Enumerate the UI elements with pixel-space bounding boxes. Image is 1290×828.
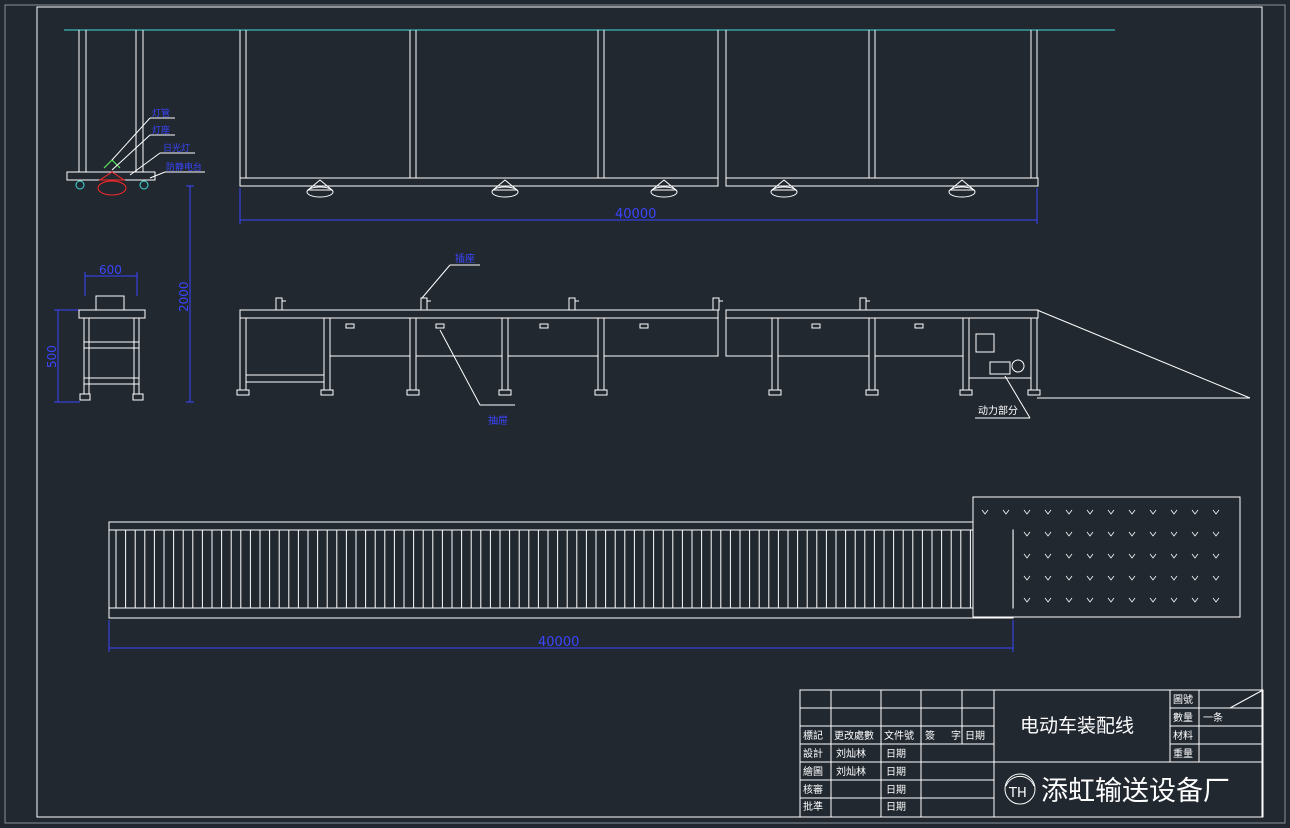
label-fluorescent: 日光灯 <box>163 142 190 154</box>
side-view <box>64 29 1115 196</box>
lamp-3 <box>650 179 678 198</box>
dim-length-plan: 40000 <box>538 635 579 650</box>
tb-date-1: 日期 <box>886 748 906 760</box>
tb-check-label: 核審 <box>803 783 823 796</box>
lamp-4 <box>770 179 798 198</box>
dim-height-2000: 2000 <box>177 281 191 312</box>
label-socket: 插座 <box>455 252 475 265</box>
lamp-5 <box>948 179 976 198</box>
tb-header-sign: 簽 <box>925 729 935 742</box>
label-tube: 灯管 <box>152 107 170 119</box>
socket-1 <box>275 297 286 311</box>
lamp-2 <box>491 179 519 198</box>
outer-frame <box>4 4 1286 824</box>
company-logo: TH <box>1004 773 1036 805</box>
front-elevation <box>236 264 1251 419</box>
label-drawer: 抽屉 <box>488 414 508 427</box>
side-table <box>54 185 194 403</box>
tb-quantity-label: 數量 <box>1173 711 1193 724</box>
tb-weight-label: 重量 <box>1173 747 1193 760</box>
tb-approve-label: 批準 <box>803 800 823 813</box>
tb-header-date: 日期 <box>965 730 985 742</box>
cad-drawing: 灯管 灯座 日光灯 防静电台 600 500 2000 40000 插座 抽屉 … <box>4 4 1286 824</box>
tb-quantity-value: 一条 <box>1203 711 1223 724</box>
socket-5 <box>859 297 870 311</box>
plan-view <box>108 521 1014 652</box>
label-antistatic: 防静电台 <box>166 161 202 173</box>
tb-date-4: 日期 <box>886 801 906 813</box>
control-box <box>975 333 995 353</box>
label-lamp-holder: 灯座 <box>152 124 170 136</box>
logo-text: TH <box>1008 786 1027 801</box>
tb-design-name: 刘灿林 <box>836 747 866 760</box>
ramp-top <box>1036 309 1251 399</box>
tb-drawing-no-label: 圖號 <box>1173 693 1193 706</box>
tb-date-2: 日期 <box>886 766 906 778</box>
tb-header-char: 字 <box>951 729 961 742</box>
tb-draw-label: 繪圖 <box>803 765 823 778</box>
tb-header-changes: 更改處數 <box>834 729 874 742</box>
dim-width-600: 600 <box>99 263 122 277</box>
label-power-section: 动力部分 <box>978 404 1018 417</box>
drawing-title: 电动车装配线 <box>1020 715 1134 737</box>
tb-draw-name: 刘灿林 <box>836 765 866 778</box>
socket-4 <box>712 297 723 311</box>
socket-3 <box>568 297 579 311</box>
tb-header-docno: 文件號 <box>884 729 914 742</box>
drawing-border <box>36 6 1263 818</box>
lamp-1 <box>306 179 334 198</box>
rollers <box>115 530 1010 608</box>
dim-height-500: 500 <box>45 345 59 368</box>
company-name: 添虹输送设备厂 <box>1041 776 1230 807</box>
tb-date-3: 日期 <box>886 784 906 796</box>
dim-length-top: 40000 <box>615 207 656 222</box>
top-elevation <box>239 30 1039 224</box>
tb-header-mark: 標記 <box>803 729 823 742</box>
tb-material-label: 材料 <box>1173 729 1193 742</box>
socket-2 <box>420 297 431 311</box>
tb-design-label: 設計 <box>803 747 823 760</box>
motor <box>989 361 1011 375</box>
